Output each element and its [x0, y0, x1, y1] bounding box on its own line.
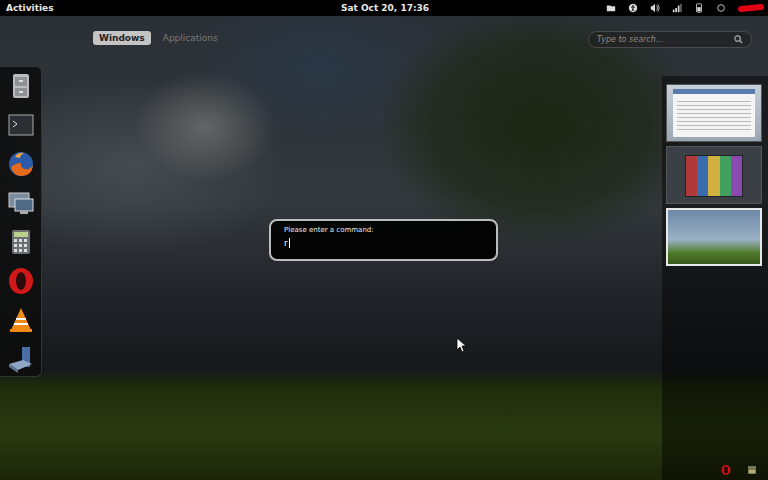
desktop: Activities Sat Oct 20, 17:36 Windows Applic…	[0, 0, 768, 480]
mouse-pointer-icon	[456, 337, 466, 353]
opera-icon[interactable]	[720, 464, 732, 476]
folder-icon[interactable]	[606, 3, 616, 13]
opera-icon[interactable]	[6, 266, 36, 296]
view-tab[interactable]: Windows	[93, 31, 151, 45]
workspace-thumbnail[interactable]	[666, 146, 762, 204]
software-center-icon[interactable]	[6, 344, 36, 374]
dash	[0, 66, 42, 377]
clock[interactable]: Sat Oct 20, 17:36	[341, 3, 429, 13]
run-dialog: Please enter a command: r	[269, 219, 498, 261]
workspace-thumbnail[interactable]	[666, 208, 762, 266]
display-settings-icon[interactable]	[6, 188, 36, 218]
workspace-thumbnail[interactable]	[666, 84, 762, 142]
top-bar: Activities Sat Oct 20, 17:36	[0, 0, 768, 16]
workspace-switcher	[662, 76, 768, 480]
window-thumbnail	[685, 155, 743, 197]
search-placeholder: Type to search...	[597, 35, 663, 44]
file-cabinet-icon[interactable]	[6, 71, 36, 101]
firefox-icon[interactable]	[6, 149, 36, 179]
run-dialog-prompt: Please enter a command:	[284, 226, 484, 234]
battery-icon[interactable]	[694, 3, 704, 13]
notification-icon[interactable]	[746, 464, 758, 476]
calculator-icon[interactable]	[6, 227, 36, 257]
text-caret	[289, 238, 290, 248]
user-icon[interactable]	[716, 3, 726, 13]
message-tray	[720, 464, 758, 476]
search-field[interactable]: Type to search...	[588, 31, 752, 48]
status-area	[606, 3, 764, 13]
overview: Windows Applications Type to search... Plea…	[0, 16, 768, 480]
windows-area	[44, 66, 662, 480]
overview-header: Windows Applications Type to search...	[44, 16, 768, 66]
view-tab[interactable]: Applications	[157, 31, 224, 45]
activities-button[interactable]: Activities	[6, 3, 54, 13]
terminal-icon[interactable]	[6, 110, 36, 140]
view-tabs: Windows Applications	[93, 31, 224, 45]
search-icon	[734, 35, 743, 44]
command-entry[interactable]: r	[284, 237, 484, 249]
command-text: r	[284, 238, 288, 248]
window-thumbnail	[673, 89, 755, 137]
redacted-username[interactable]	[738, 4, 764, 13]
accessibility-icon[interactable]	[628, 3, 638, 13]
network-icon[interactable]	[672, 3, 682, 13]
vlc-icon[interactable]	[6, 305, 36, 335]
volume-icon[interactable]	[650, 3, 660, 13]
